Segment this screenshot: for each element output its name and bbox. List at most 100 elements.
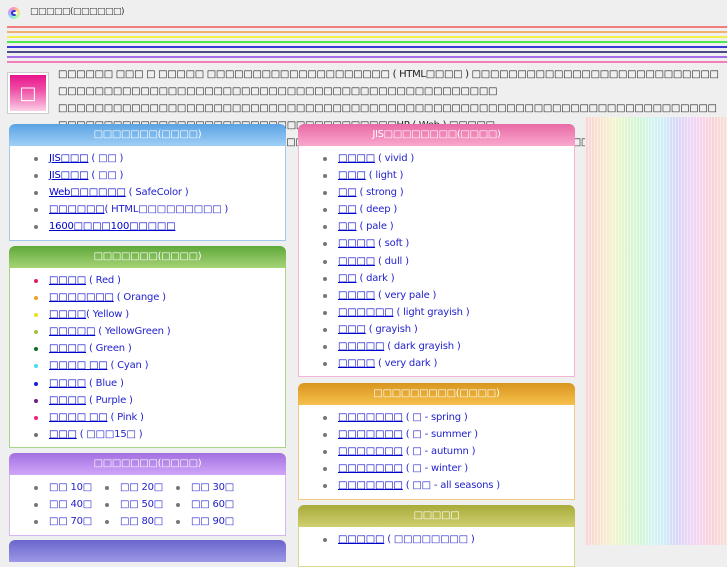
section-title: JIS□□□□□□□□(□□□□) (298, 124, 575, 146)
list-link[interactable]: □□ 50□ (120, 499, 163, 510)
section-title: □□□□□□□□□(□□□□) (298, 383, 575, 405)
link-label-en: ( soft ) (375, 238, 410, 250)
bullet-icon (323, 191, 327, 196)
bullet-icon (323, 467, 327, 472)
link-label-jp: □□□□□ (49, 326, 96, 338)
list-item: □□□□ ( dull ) (321, 253, 574, 270)
bullet-icon (176, 503, 180, 508)
section-partial-bottom (9, 540, 286, 562)
link-label-en: ( YellowGreen ) (95, 326, 171, 338)
list-link[interactable]: □□ ( dark ) (338, 272, 395, 284)
list-item: □□ ( strong ) (321, 184, 574, 201)
link-label-jp: □□□□ (338, 153, 375, 164)
link-label-jp: □□□□□□□ (338, 480, 403, 492)
link-label-en: ( SafeColor ) (125, 187, 189, 199)
bullet-icon (34, 157, 38, 161)
link-label-jp: □□□□ (49, 309, 86, 321)
list-link[interactable]: □□□ ( □□□15□ ) (49, 428, 143, 440)
link-label-en: ( dark ) (356, 272, 395, 284)
bullet-icon (105, 486, 109, 490)
list-link[interactable]: □□□□□□ ( light grayish ) (338, 306, 470, 318)
link-label-en: ( light grayish ) (393, 306, 470, 318)
list-link[interactable]: □□□□ ( very pale ) (338, 290, 436, 301)
list-link[interactable]: □□□□□□□ ( □□ - all seasons ) (338, 480, 500, 491)
section-color-families: □□□□□□□(□□□□) □□□□ ( Red ) □□□□□□□ ( Oran… (9, 246, 286, 448)
bullet-icon (34, 398, 38, 403)
list-link[interactable]: □□□□□□□ ( Orange ) (49, 292, 166, 303)
list-link[interactable]: □□□□ ( dull ) (338, 256, 409, 267)
link-label-en: ( □□ ) (88, 170, 124, 182)
list-link[interactable]: □□□□□□□ ( □ - autumn ) (338, 446, 476, 457)
list-link[interactable]: □□□□ ( very dark ) (338, 358, 437, 369)
list-item: JIS□□□ ( □□ ) (32, 167, 285, 184)
list-link[interactable]: JIS□□□ ( □□ ) (49, 170, 123, 181)
list-link[interactable]: □□□□□□□ ( □ - summer ) (338, 429, 478, 440)
list-link[interactable]: □□ ( strong ) (338, 187, 404, 198)
section-color-tables: □□□□□□□(□□□□) JIS□□□ ( □□ ) JIS□□□ ( □□ )… (9, 124, 286, 241)
list-link[interactable]: □□□□ ( Green ) (49, 343, 132, 354)
list-link[interactable]: □□ 60□ (191, 499, 234, 510)
list-link[interactable]: □□ 40□ (49, 499, 92, 510)
link-label-jp: □□□□ □□ (49, 411, 108, 423)
list-link[interactable]: □□ 70□ (49, 516, 92, 527)
link-label-jp: Web□□□□□□ (49, 187, 126, 199)
bullet-icon (34, 191, 38, 196)
bullet-icon (34, 225, 38, 230)
list-link[interactable]: □□ 90□ (191, 516, 234, 527)
list-link[interactable]: □□□□□ ( YellowGreen ) (49, 326, 171, 338)
bullet-icon (323, 293, 327, 298)
link-label-en: ( Green ) (86, 343, 132, 355)
list-link[interactable]: □□□□ ( Purple ) (49, 395, 133, 406)
link-label-jp: □□ (338, 221, 357, 233)
list-link[interactable]: □□□ ( light ) (338, 170, 403, 181)
list-link[interactable]: □□□□ ( Red ) (49, 275, 121, 286)
link-label-jp: □□□□ (49, 275, 86, 286)
list-link[interactable]: □□ ( deep ) (338, 204, 397, 215)
list-item: □□□□ □□ ( Pink ) (32, 409, 285, 426)
bullet-icon (34, 520, 38, 525)
link-label-en: ( Yellow ) (86, 309, 129, 321)
list-link[interactable]: □□ ( pale ) (338, 221, 394, 233)
list-link[interactable]: □□□□ ( soft ) (338, 238, 409, 249)
list-link[interactable]: □□□□ ( Blue ) (49, 378, 124, 389)
link-label-en: ( □□ - all seasons ) (402, 480, 500, 492)
list-link[interactable]: □□ 80□ (120, 516, 163, 527)
list-link[interactable]: □□□□ □□ ( Pink ) (49, 412, 144, 423)
site-logo-icon (8, 7, 20, 19)
list-link[interactable]: JIS□□□ ( □□ ) (49, 153, 123, 164)
list-link[interactable]: □□□□□ ( □□□□□□□□ ) (338, 534, 475, 545)
list-link[interactable]: □□ 10□ (49, 482, 92, 493)
list-link[interactable]: □□□□( Yellow ) (49, 309, 129, 320)
list-item: □□□□□ ( □□□□□□□□ ) (321, 531, 574, 548)
list-item: □□□□□□□ ( □ - winter ) (321, 460, 574, 477)
bullet-icon (34, 279, 38, 283)
list-link[interactable]: □□□□□□□ ( □ - spring ) (338, 412, 468, 423)
list-link[interactable]: □□ 20□ (120, 482, 163, 493)
list-item: □□□□ ( very dark ) (321, 355, 574, 372)
link-label-en: ( Pink ) (107, 411, 144, 423)
link-label-jp: JIS□□□ (49, 153, 89, 164)
list-link[interactable]: □□□□ □□ ( Cyan ) (49, 360, 149, 372)
link-label-en: ( grayish ) (365, 323, 418, 335)
bullet-icon (323, 225, 327, 230)
list-link[interactable]: □□ 30□ (191, 482, 234, 493)
browser-tab[interactable]: □□□□□(□□□□□□) (0, 0, 727, 24)
link-label-jp: JIS□□□ (49, 170, 89, 182)
list-item: □□ ( dark ) (321, 270, 574, 287)
list-link[interactable]: □□□□□ ( dark grayish ) (338, 341, 461, 352)
bullet-icon (105, 503, 109, 508)
header-rule (7, 46, 727, 48)
link-label-en: ( Cyan ) (107, 360, 149, 372)
list-link[interactable]: Web□□□□□□ ( SafeColor ) (49, 187, 189, 198)
list-link[interactable]: 1600□□□□100□□□□□ (49, 221, 176, 232)
link-label-en: ( □□□15□ ) (76, 428, 143, 440)
list-link[interactable]: □□□ ( grayish ) (338, 324, 418, 335)
list-link[interactable]: □□□□ ( vivid ) (338, 153, 414, 164)
link-label-en: ( deep ) (356, 204, 398, 216)
list-item: □□□□ ( soft ) (321, 235, 574, 252)
list-link[interactable]: □□□□□□( HTML□□□□□□□□□ ) (49, 204, 228, 215)
section-seasons: □□□□□□□□□(□□□□) □□□□□□□ ( □ - spring ) □□… (298, 383, 575, 500)
section-title: □□□□□□□(□□□□) (9, 453, 286, 475)
list-item: □□□□ ( very pale ) (321, 287, 574, 304)
list-link[interactable]: □□□□□□□ ( □ - winter ) (338, 463, 468, 474)
